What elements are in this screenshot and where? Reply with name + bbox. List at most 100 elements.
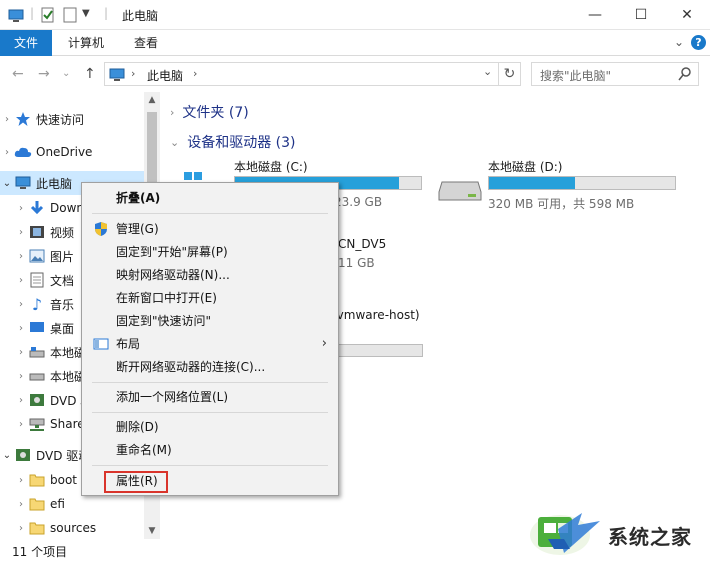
tab-view[interactable]: 查看 [120,30,172,56]
search-placeholder: 搜索"此电脑" [540,69,612,83]
expand-arrow-icon[interactable]: › [14,419,28,430]
menu-item-pin-quick-access[interactable]: 固定到"快速访问" [83,310,337,332]
up-icon[interactable]: ↑ [84,66,96,82]
collapse-arrow-icon[interactable]: ⌄ [0,178,14,189]
recent-dropdown-icon[interactable]: ⌄ [62,68,70,79]
divider: | [104,6,109,20]
minimize-button[interactable]: — [572,0,618,30]
drive-usage-bar [334,344,423,357]
nav-item-quick-access[interactable]: › 快速访问 [0,107,144,131]
menu-item-layout[interactable]: 布局 › [83,333,337,355]
menu-separator [92,412,328,413]
menu-item-disconnect-network-drive[interactable]: 断开网络驱动器的连接(C)... [83,356,337,378]
watermark-logo-icon [530,513,600,555]
new-folder-icon[interactable] [62,7,78,23]
menu-item-collapse[interactable]: 折叠(A) [83,187,337,209]
drive-name: CN_DV5 [338,237,387,251]
menu-item-pin-start[interactable]: 固定到"开始"屏幕(P) [83,241,337,263]
menu-label: 断开网络驱动器的连接(C)... [116,360,266,374]
address-dropdown-icon[interactable]: ⌄ [483,65,492,78]
expand-arrow-icon[interactable]: › [14,523,28,534]
breadcrumb-separator[interactable]: › [193,67,197,80]
nav-label: 快速访问 [36,112,85,127]
maximize-button[interactable]: ☐ [618,0,664,30]
nav-label: 图片 [50,249,75,264]
menu-separator [92,465,328,466]
expand-group-icon[interactable]: › [170,106,174,119]
nav-label: sources [50,521,97,535]
close-button[interactable]: ✕ [664,0,710,30]
expand-arrow-icon[interactable]: › [14,299,28,310]
menu-item-manage[interactable]: 管理(G) [83,218,337,240]
breadcrumb-this-pc[interactable]: 此电脑 [147,67,183,84]
breadcrumb-separator: › [131,67,136,80]
nav-item-onedrive[interactable]: › OneDrive [0,140,144,164]
expand-arrow-icon[interactable]: › [14,499,28,510]
tab-computer[interactable]: 计算机 [54,30,118,56]
expand-arrow-icon[interactable]: › [0,114,14,125]
expand-arrow-icon[interactable]: › [14,395,28,406]
search-input[interactable]: 搜索"此电脑" [531,62,699,86]
drive-info: 11 GB [338,256,375,270]
scroll-down-icon[interactable]: ▼ [144,526,160,536]
nav-label: efi [50,497,65,511]
desktop-icon [28,320,46,336]
menu-label: 管理(G) [116,222,159,236]
back-icon[interactable]: ← [12,66,24,82]
expand-arrow-icon[interactable]: › [14,323,28,334]
computer-icon [8,9,24,22]
item-count: 11 个项目 [12,545,68,559]
nav-label: boot [50,473,78,487]
expand-arrow-icon[interactable]: › [14,203,28,214]
menu-item-open-new-window[interactable]: 在新窗口中打开(E) [83,287,337,309]
nav-label: 此电脑 [36,176,73,191]
menu-item-add-network-location[interactable]: 添加一个网络位置(L) [83,386,337,408]
expand-arrow-icon[interactable]: › [14,227,28,238]
drive-d-tile[interactable]: 本地磁盘 (D:) 320 MB 可用，共 598 MB [488,158,688,214]
properties-icon[interactable] [40,7,56,23]
drive-name: 本地磁盘 (D:) [488,160,563,174]
document-icon [28,272,46,288]
expand-arrow-icon[interactable]: › [0,147,14,158]
nav-label: OneDrive [36,145,93,159]
computer-icon [109,68,125,81]
video-icon [28,224,46,240]
refresh-icon[interactable]: ↻ [499,62,521,86]
search-icon[interactable] [678,66,692,82]
menu-label: 在新窗口中打开(E) [116,291,217,305]
folder-icon [28,472,46,488]
expand-arrow-icon[interactable]: › [14,251,28,262]
tab-file[interactable]: 文件 [0,30,53,56]
menu-item-map-network-drive[interactable]: 映射网络驱动器(N)... [83,264,337,286]
expand-arrow-icon[interactable]: › [14,347,28,358]
dvd-drive-tile[interactable]: CN_DV5 11 GB [338,237,458,277]
collapse-arrow-icon[interactable]: ⌄ [0,450,14,461]
group-header-devices[interactable]: ⌄ 设备和驱动器 (3) [170,132,296,152]
menu-item-rename[interactable]: 重命名(M) [83,439,337,461]
expand-arrow-icon[interactable]: › [14,475,28,486]
scroll-up-icon[interactable]: ▲ [144,95,160,105]
divider: | [30,6,35,20]
forward-icon[interactable]: → [38,66,50,82]
address-bar[interactable]: › 此电脑 › ⌄ [104,62,499,86]
drive-usage-fill [489,177,575,189]
ribbon-tabs: 文件 计算机 查看 ⌄ ? [0,30,710,56]
drive-usage-bar [488,176,676,190]
drive-name: (vmware-host) [332,308,420,322]
help-icon[interactable]: ? [691,35,706,50]
expand-arrow-icon[interactable]: › [14,275,28,286]
expand-arrow-icon[interactable]: › [14,371,28,382]
group-title: 设备和驱动器 (3) [187,135,296,151]
menu-separator [92,382,328,383]
menu-label: 折叠(A) [116,191,161,205]
group-header-folders[interactable]: › 文件夹 (7) [170,102,249,122]
window-title: 此电脑 [122,9,159,23]
collapse-group-icon[interactable]: ⌄ [170,136,179,149]
nav-item-sources[interactable]: › sources [0,516,144,540]
menu-item-delete[interactable]: 删除(D) [83,416,337,438]
qat-dropdown-icon[interactable]: ▼ [82,8,90,19]
drive-d-icon [28,368,46,384]
expand-ribbon-icon[interactable]: ⌄ [674,35,684,49]
watermark-text: 系统之家 [608,525,692,549]
cloud-icon [14,144,32,160]
